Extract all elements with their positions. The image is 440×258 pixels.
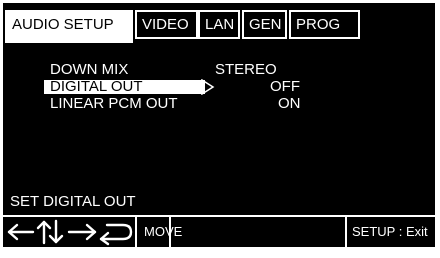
return-icon xyxy=(99,223,133,246)
bottom-bar: MOVE SETUP : Exit xyxy=(3,215,435,247)
select-pointer-icon xyxy=(201,79,215,95)
footer-spacer xyxy=(171,217,347,247)
hint-text: SET DIGITAL OUT xyxy=(10,193,136,210)
tab-audio-setup[interactable]: AUDIO SETUP xyxy=(5,10,133,43)
tab-gen[interactable]: GEN xyxy=(242,10,287,39)
menu-item-digital-out-value: OFF xyxy=(270,78,300,95)
menu-item-down-mix-label[interactable]: DOWN MIX xyxy=(50,62,128,77)
navigation-keys xyxy=(3,217,137,247)
menu-item-linear-pcm-out-label[interactable]: LINEAR PCM OUT xyxy=(50,96,178,111)
navigation-arrows-icon xyxy=(7,219,133,246)
move-label: MOVE xyxy=(139,217,182,247)
menu-item-down-mix-value: STEREO xyxy=(215,61,277,78)
arrow-left-icon xyxy=(7,223,35,241)
menu-item-linear-pcm-out-value: ON xyxy=(278,95,301,112)
tab-video[interactable]: VIDEO xyxy=(135,10,198,39)
arrow-up-down-icon xyxy=(36,219,64,245)
menu-item-digital-out-label[interactable]: DIGITAL OUT xyxy=(44,79,205,94)
tab-lan[interactable]: LAN xyxy=(198,10,240,39)
setup-exit-label[interactable]: SETUP : Exit xyxy=(347,217,435,247)
tab-prog[interactable]: PROG xyxy=(289,10,360,39)
arrow-right-icon xyxy=(67,223,97,241)
